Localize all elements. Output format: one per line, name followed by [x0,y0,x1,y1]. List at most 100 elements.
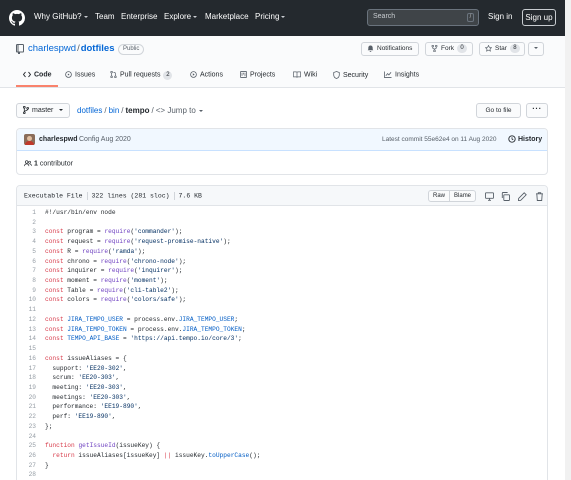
line-number[interactable]: 24 [17,432,36,442]
line-number[interactable]: 10 [17,295,36,305]
line-number[interactable]: 25 [17,441,36,451]
commit-author-link[interactable]: charlespwd [39,136,78,143]
trash-icon[interactable] [535,192,544,201]
line-number[interactable]: 27 [17,461,36,471]
repo-owner-link[interactable]: charlespwd [28,43,76,54]
pencil-icon[interactable] [518,192,527,201]
divider [86,192,88,200]
notifications-button[interactable]: Notifications [361,42,419,56]
repo-icon [16,44,24,54]
desktop-icon[interactable] [485,192,494,201]
file-line-count: 322 lines (281 sloc) [91,192,170,200]
nav-enterprise[interactable]: Enterprise [121,12,157,21]
code-icon [23,71,31,78]
raw-button[interactable]: Raw [429,191,449,201]
caret-down-icon [198,109,203,112]
history-link[interactable]: History [508,135,542,143]
tab-insights[interactable]: Insights [384,71,419,78]
repo-name-link[interactable]: dotfiles [81,43,115,54]
blame-button[interactable]: Blame [449,191,475,201]
nav-team[interactable]: Team [95,12,115,21]
tab-projects[interactable]: Projects [240,71,275,78]
commit-message-link[interactable]: Config Aug 2020 [79,136,131,143]
code-line: 3 const program = require('commander'); [17,227,547,237]
line-number[interactable]: 7 [17,266,36,276]
project-icon [240,71,247,78]
line-number[interactable]: 13 [17,325,36,335]
line-number[interactable]: 19 [17,383,36,393]
branch-selector[interactable]: master [16,103,70,118]
line-number[interactable]: 8 [17,276,36,286]
latest-commit-info[interactable]: Latest commit 55e62e4 on 11 Aug 2020 [382,136,496,143]
code-line: 4 const request = require('request-promis… [17,237,547,247]
graph-icon [384,71,392,78]
line-content: const issueAliases = { [45,354,127,362]
jump-to-button[interactable]: <> Jump to [156,106,203,115]
line-number[interactable]: 15 [17,344,36,354]
scrollbar[interactable] [565,0,571,480]
line-number[interactable]: 9 [17,286,36,296]
line-number[interactable]: 21 [17,402,36,412]
more-options-button[interactable]: ··· [526,103,548,118]
code-line: 28 [17,470,547,480]
tab-actions-label: Actions [200,71,223,79]
line-number[interactable]: 2 [17,218,36,228]
line-number[interactable]: 4 [17,237,36,247]
contributors-count: 1 [34,160,38,168]
sign-in-link[interactable]: Sign in [488,12,512,21]
line-number[interactable]: 11 [17,305,36,315]
nav-pricing-label: Pricing [255,12,280,21]
line-content: const request = require('request-promise… [45,238,231,246]
line-number[interactable]: 3 [17,227,36,237]
tab-code[interactable]: Code [23,71,52,78]
go-to-file-button[interactable]: Go to file [476,103,521,118]
nav-explore[interactable]: Explore [164,12,198,21]
avatar[interactable] [24,134,35,145]
caret-down-icon [83,15,88,18]
history-icon [508,135,516,143]
sign-up-button[interactable]: Sign up [522,9,556,26]
search-input[interactable]: Search / [367,9,479,26]
repo-title: charlespwd/dotfiles [28,43,114,54]
tab-wiki[interactable]: Wiki [293,71,317,78]
nav-team-label: Team [95,12,115,21]
breadcrumb-dir-link[interactable]: bin [109,106,120,115]
tab-pull-requests[interactable]: Pull requests 2 [110,71,173,81]
caret-down-icon [281,15,286,18]
code-line: 26 return issueAliases[issueKey] || issu… [17,451,547,461]
star-dropdown-button[interactable] [528,42,544,56]
tab-security[interactable]: Security [333,71,368,79]
fork-button[interactable]: Fork 0 [425,42,473,56]
line-number[interactable]: 6 [17,257,36,267]
line-number[interactable]: 14 [17,334,36,344]
line-number[interactable]: 22 [17,412,36,422]
star-icon [485,44,492,52]
star-button[interactable]: Star 8 [479,42,525,56]
nav-pricing[interactable]: Pricing [255,12,286,21]
line-number[interactable]: 26 [17,451,36,461]
line-number[interactable]: 17 [17,364,36,374]
line-number[interactable]: 5 [17,247,36,257]
file-info: Executable File 322 lines (281 sloc) 7.6 K… [24,192,202,200]
tab-actions[interactable]: Actions [190,71,223,78]
code-line: 2 [17,218,547,228]
line-number[interactable]: 23 [17,422,36,432]
nav-why-github[interactable]: Why GitHub? [34,12,88,21]
line-number[interactable]: 12 [17,315,36,325]
code-line: 25 function getIssueId(issueKey) { [17,441,547,451]
breadcrumb-separator: / [104,106,107,115]
line-number[interactable]: 20 [17,393,36,403]
github-logo-icon[interactable] [9,10,25,26]
nav-marketplace[interactable]: Marketplace [205,12,249,21]
line-content: perf: 'EE19-890', [45,413,116,421]
line-content: scrum: 'EE20-303', [45,374,120,382]
tab-issues[interactable]: Issues [65,71,95,78]
contributors-link[interactable]: 1 contributor [24,160,73,167]
copy-icon[interactable] [501,192,510,201]
play-icon [190,71,197,78]
line-number[interactable]: 16 [17,354,36,364]
line-number[interactable]: 28 [17,470,36,480]
line-number[interactable]: 18 [17,373,36,383]
line-number[interactable]: 1 [17,208,36,218]
breadcrumb-root-link[interactable]: dotfiles [77,106,102,115]
